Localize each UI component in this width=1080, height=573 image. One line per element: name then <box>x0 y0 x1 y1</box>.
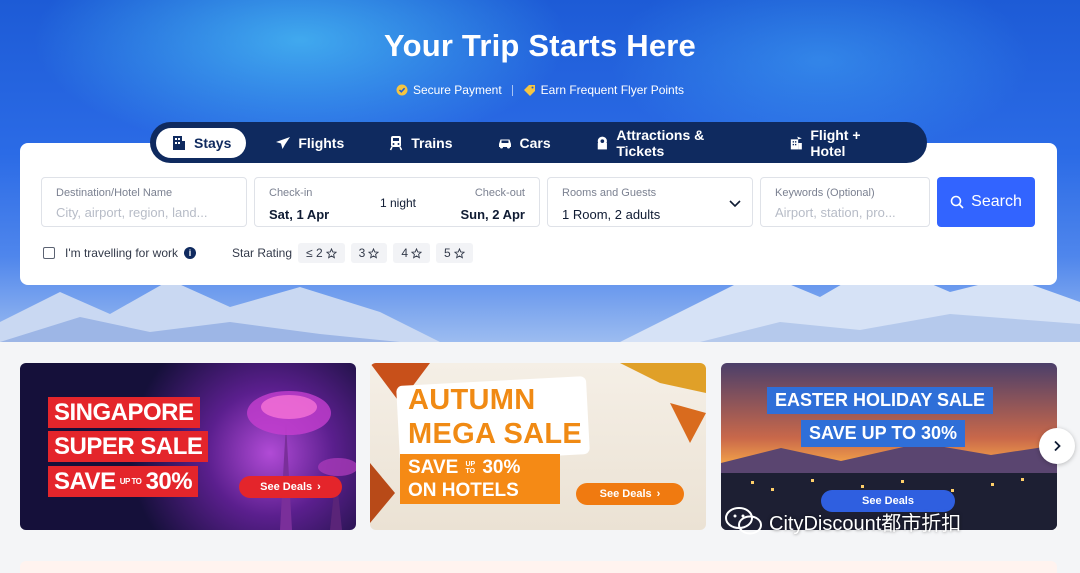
hero-badges: Secure Payment Earn Frequent Flyer Point… <box>0 83 1080 97</box>
save-word: SAVE <box>54 468 116 495</box>
chevron-right-icon: › <box>317 481 321 493</box>
autumn-save-row: SAVE UP TO 30% <box>408 456 552 479</box>
star-filter-label: 5 <box>444 246 451 260</box>
chevron-right-icon: › <box>656 488 661 500</box>
train-icon <box>390 135 403 150</box>
secure-payment-badge: Secure Payment <box>396 83 502 97</box>
autumn-line: AUTUMN <box>408 384 536 416</box>
banner-line-singapore: SINGAPORE <box>48 397 200 428</box>
tab-label: Attractions & Tickets <box>616 126 705 159</box>
info-icon[interactable]: i <box>184 247 196 259</box>
easter-sale-banner[interactable]: EASTER HOLIDAY SALE SAVE UP TO 30% See D… <box>721 363 1057 530</box>
star-filter-3[interactable]: 3 <box>350 243 388 263</box>
tab-stays[interactable]: Stays <box>156 127 247 158</box>
see-deals-button[interactable]: See Deals › <box>239 476 342 498</box>
chevron-right-icon <box>1054 440 1061 452</box>
secure-payment-label: Secure Payment <box>412 83 502 97</box>
shield-check-icon <box>396 84 408 96</box>
flyer-points-label: Earn Frequent Flyer Points <box>540 83 685 97</box>
search-icon <box>950 195 964 209</box>
next-section-edge <box>20 561 1057 573</box>
star-filter-4[interactable]: 4 <box>393 243 430 263</box>
chevron-down-icon <box>729 200 741 208</box>
product-tabs: Stays Flights Trains Cars Attractions & … <box>150 122 927 163</box>
see-deals-label: See Deals <box>599 488 652 500</box>
star-filter-2[interactable]: ≤ 2 <box>298 243 345 263</box>
dates-field[interactable]: Check-in Sat, 1 Apr 1 night Check-out Su… <box>254 177 540 227</box>
star-icon <box>368 247 380 259</box>
singapore-sale-banner[interactable]: SINGAPORE SUPER SALE SAVE UP TO 30% See … <box>20 363 356 530</box>
tab-label: Stays <box>194 134 232 151</box>
tab-flight-hotel[interactable]: Flight + Hotel <box>774 126 907 159</box>
mega-sale-line: MEGA SALE <box>408 418 583 450</box>
tab-flights[interactable]: Flights <box>260 128 359 158</box>
save-percent: 30% <box>145 468 193 495</box>
search-button-label: Search <box>971 193 1022 210</box>
tab-attractions[interactable]: Attractions & Tickets <box>580 126 760 159</box>
star-rating-label: Star Rating <box>232 246 293 260</box>
ticket-icon <box>597 136 607 149</box>
supertree-illustration <box>247 391 356 530</box>
flight-hotel-icon <box>790 136 802 149</box>
carousel-next-button[interactable] <box>1039 428 1075 464</box>
tab-label: Flights <box>298 134 345 151</box>
see-deals-button[interactable]: See Deals › <box>576 483 684 505</box>
up-to-label: UP TO <box>119 476 142 486</box>
rooms-label: Rooms and Guests <box>562 187 657 199</box>
destination-placeholder: City, airport, region, land... <box>56 205 208 220</box>
search-button[interactable]: Search <box>937 177 1035 227</box>
star-icon <box>325 247 337 259</box>
rooms-value: 1 Room, 2 adults <box>562 207 661 222</box>
autumn-title: AUTUMN MEGA SALE <box>408 383 582 451</box>
work-travel-checkbox[interactable] <box>43 247 55 259</box>
search-options: I'm travelling for work i Star Rating ≤ … <box>43 242 479 264</box>
keywords-field[interactable]: Keywords (Optional) Airport, station, pr… <box>760 177 930 227</box>
plane-icon <box>276 136 291 149</box>
tab-trains[interactable]: Trains <box>373 128 467 158</box>
hotel-icon <box>173 135 185 150</box>
star-filter-label: 4 <box>401 246 408 260</box>
badge-divider <box>511 84 513 96</box>
hero-title: Your Trip Starts Here <box>384 28 696 63</box>
tab-label: Flight + Hotel <box>810 126 861 159</box>
flyer-points-badge: Earn Frequent Flyer Points <box>523 83 684 97</box>
rooms-guests-field[interactable]: Rooms and Guests 1 Room, 2 adults <box>547 177 753 227</box>
destination-label: Destination/Hotel Name <box>56 187 173 199</box>
tag-icon <box>523 85 535 96</box>
car-icon <box>498 139 511 148</box>
search-panel: Destination/Hotel Name City, airport, re… <box>20 143 1057 285</box>
keywords-placeholder: Airport, station, pro... <box>775 205 896 220</box>
banner-line-save: SAVE UP TO 30% <box>48 466 199 497</box>
easter-save: SAVE UP TO 30% <box>801 420 966 447</box>
watermark: CityDiscount都市折扣 <box>725 506 961 536</box>
star-filter-5[interactable]: 5 <box>436 243 473 263</box>
save-percent: 30% <box>482 457 521 478</box>
tab-label: Cars <box>519 134 551 151</box>
easter-title: EASTER HOLIDAY SALE <box>767 387 994 414</box>
on-hotels-line: ON HOTELS <box>408 480 519 501</box>
tab-cars[interactable]: Cars <box>482 128 566 158</box>
banner-line-super-sale: SUPER SALE <box>48 431 209 462</box>
star-filter-label: ≤ 2 <box>306 246 323 260</box>
destination-field[interactable]: Destination/Hotel Name City, airport, re… <box>41 177 247 227</box>
watermark-text: CityDiscount都市折扣 <box>769 512 962 535</box>
autumn-sale-banner[interactable]: AUTUMN MEGA SALE SAVE UP TO 30% ON HOTEL… <box>370 363 706 530</box>
keywords-label: Keywords (Optional) <box>775 187 875 199</box>
save-word: SAVE <box>408 457 459 478</box>
star-filter-label: 3 <box>358 246 366 260</box>
star-icon <box>411 247 422 259</box>
work-travel-label: I'm travelling for work <box>65 246 178 260</box>
autumn-offer-box: SAVE UP TO 30% ON HOTELS <box>400 454 560 504</box>
star-icon <box>453 247 465 259</box>
checkout-value: Sun, 2 Apr <box>460 207 525 222</box>
up-to-label: UP TO <box>465 460 476 475</box>
checkout-label: Check-out <box>474 187 525 199</box>
tab-label: Trains <box>411 134 453 151</box>
see-deals-label: See Deals <box>260 481 313 493</box>
wechat-icon <box>725 507 762 535</box>
